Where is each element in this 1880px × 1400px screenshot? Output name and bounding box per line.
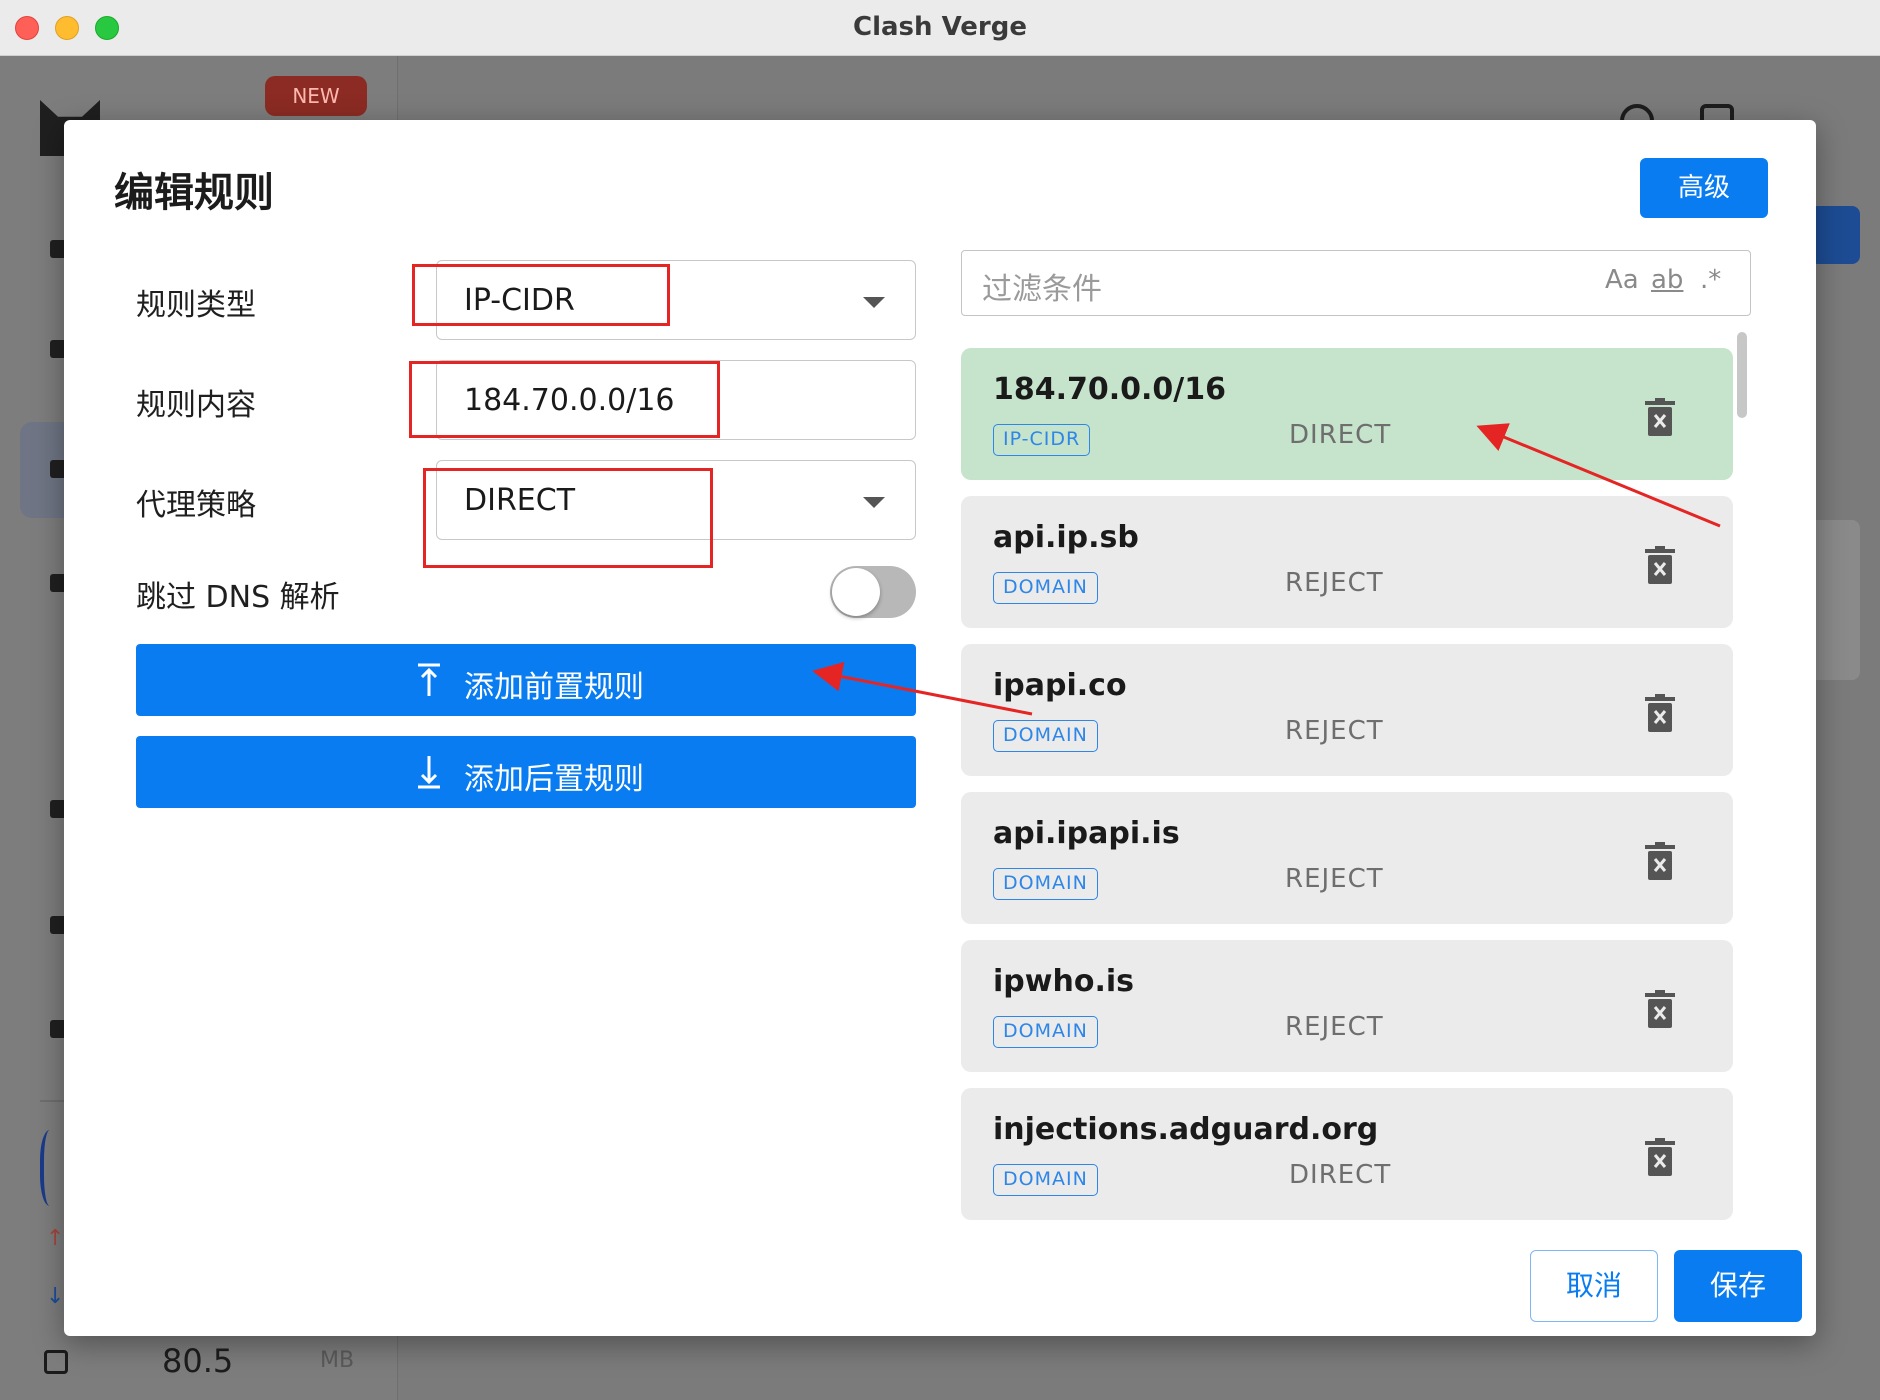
proxy-policy-label: 代理策略 — [136, 488, 256, 523]
dropdown-arrow-icon — [863, 497, 885, 508]
rule-policy: REJECT — [1285, 568, 1384, 598]
rule-type-label: 规则类型 — [136, 288, 256, 323]
background-card — [1810, 520, 1860, 680]
match-case-button[interactable]: Aa — [1605, 265, 1639, 295]
rules-scrollbar-thumb[interactable] — [1737, 332, 1747, 418]
new-badge: NEW — [265, 76, 367, 116]
skip-dns-toggle[interactable] — [830, 566, 916, 618]
delete-icon[interactable] — [1645, 1138, 1675, 1176]
dropdown-arrow-icon — [863, 297, 885, 308]
rule-type-badge: DOMAIN — [993, 1016, 1098, 1048]
annotation-box-proxy-policy — [423, 468, 713, 568]
rule-item[interactable]: 184.70.0.0/16 IP-CIDR DIRECT — [961, 348, 1733, 480]
edit-rules-dialog: 编辑规则 高级 规则类型 IP-CIDR 规则内容 184.70.0.0/16 … — [64, 120, 1816, 1336]
annotation-box-rule-type — [412, 264, 670, 326]
delete-icon[interactable] — [1645, 842, 1675, 880]
rule-name: ipapi.co — [993, 668, 1127, 703]
memory-chip-icon — [44, 1350, 68, 1374]
rule-name: api.ip.sb — [993, 520, 1139, 555]
arrow-down-to-line-icon — [418, 756, 440, 789]
rule-item[interactable]: injections.adguard.org DOMAIN DIRECT — [961, 1088, 1733, 1220]
rule-policy: DIRECT — [1289, 420, 1392, 450]
dialog-title: 编辑规则 — [114, 170, 274, 216]
delete-icon[interactable] — [1645, 398, 1675, 436]
advanced-button[interactable]: 高级 — [1640, 158, 1768, 218]
annotation-box-rule-content — [409, 361, 720, 438]
rule-type-badge: IP-CIDR — [993, 424, 1091, 456]
rule-item[interactable]: ipapi.co DOMAIN REJECT — [961, 644, 1733, 776]
memory-value: 80.5 — [162, 1342, 234, 1380]
delete-icon[interactable] — [1645, 694, 1675, 732]
skip-dns-label: 跳过 DNS 解析 — [136, 580, 340, 615]
delete-icon[interactable] — [1645, 546, 1675, 584]
download-arrow-icon: ↓ — [46, 1284, 65, 1309]
upload-arrow-icon: ↑ — [46, 1226, 65, 1251]
save-button[interactable]: 保存 — [1674, 1250, 1802, 1322]
filter-placeholder: 过滤条件 — [982, 272, 1102, 307]
rule-type-badge: DOMAIN — [993, 572, 1098, 604]
rule-policy: REJECT — [1285, 864, 1384, 894]
rules-list: 184.70.0.0/16 IP-CIDR DIRECT api.ip.sb D… — [961, 348, 1751, 1228]
cancel-button[interactable]: 取消 — [1530, 1250, 1658, 1322]
rule-item[interactable]: ipwho.is DOMAIN REJECT — [961, 940, 1733, 1072]
arrow-up-to-line-icon — [418, 663, 440, 696]
traffic-graph — [40, 1130, 64, 1206]
delete-icon[interactable] — [1645, 990, 1675, 1028]
filter-input[interactable]: 过滤条件 Aa ab .* — [961, 250, 1751, 316]
rule-type-badge: DOMAIN — [993, 1164, 1098, 1196]
rule-policy: DIRECT — [1289, 1160, 1392, 1190]
window-title: Clash Verge — [853, 12, 1027, 42]
toggle-knob — [832, 568, 880, 616]
rule-name: api.ipapi.is — [993, 816, 1180, 851]
rule-content-label: 规则内容 — [136, 388, 256, 423]
rule-policy: REJECT — [1285, 716, 1384, 746]
rule-type-badge: DOMAIN — [993, 868, 1098, 900]
add-before-rule-button[interactable]: 添加前置规则 — [136, 644, 916, 716]
add-after-rule-button[interactable]: 添加后置规则 — [136, 736, 916, 808]
window-titlebar: Clash Verge — [0, 0, 1880, 56]
add-after-rule-label: 添加后置规则 — [464, 762, 644, 797]
background-action-button — [1810, 206, 1860, 264]
memory-unit: MB — [320, 1348, 355, 1373]
rule-name: ipwho.is — [993, 964, 1134, 999]
rule-item[interactable]: api.ipapi.is DOMAIN REJECT — [961, 792, 1733, 924]
regex-button[interactable]: .* — [1700, 265, 1721, 295]
rule-name: injections.adguard.org — [993, 1112, 1379, 1147]
rule-policy: REJECT — [1285, 1012, 1384, 1042]
match-word-button[interactable]: ab — [1651, 265, 1683, 295]
add-before-rule-label: 添加前置规则 — [464, 670, 644, 705]
rule-type-badge: DOMAIN — [993, 720, 1098, 752]
rules-scrollbar[interactable] — [1736, 330, 1748, 1222]
rule-name: 184.70.0.0/16 — [993, 372, 1227, 407]
rule-item[interactable]: api.ip.sb DOMAIN REJECT — [961, 496, 1733, 628]
